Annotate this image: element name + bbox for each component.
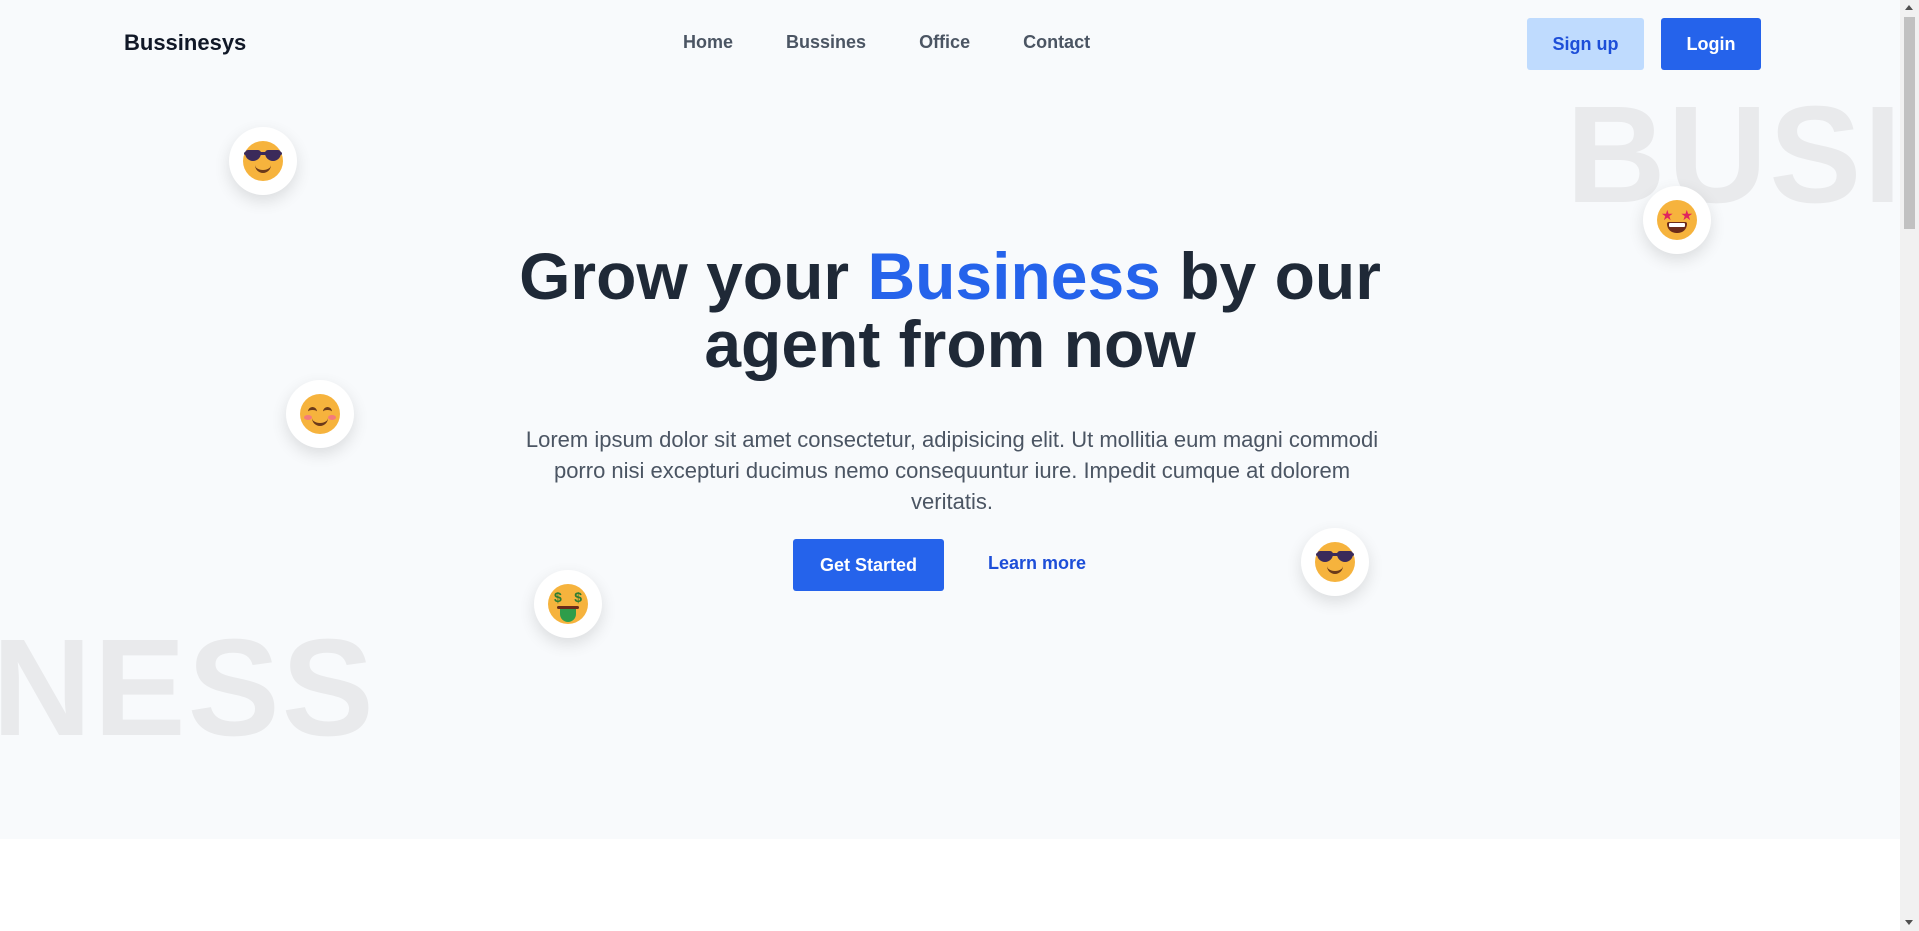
- login-button[interactable]: Login: [1661, 18, 1761, 70]
- emoji-bubble-blush: [286, 380, 354, 448]
- hero-subtext: Lorem ipsum dolor sit amet consectetur, …: [525, 427, 1379, 514]
- smiling-eyes-emoji-icon: [300, 394, 340, 434]
- emoji-bubble-money-mouth: $ $: [534, 570, 602, 638]
- sunglasses-emoji-icon: [243, 141, 283, 181]
- scroll-up-arrow-icon[interactable]: [1905, 5, 1913, 10]
- nav-item-office[interactable]: Office: [919, 32, 970, 53]
- brand-logo[interactable]: Bussinesys: [124, 30, 246, 56]
- emoji-bubble-sunglasses-1: [229, 127, 297, 195]
- money-mouth-emoji-icon: $ $: [548, 584, 588, 624]
- hero-headline: Grow your Business by our agent from now: [460, 242, 1440, 378]
- main-nav: Home Bussines Office Contact: [683, 32, 1090, 53]
- nav-item-bussines[interactable]: Bussines: [786, 32, 866, 53]
- star-struck-emoji-icon: ★ ★: [1657, 200, 1697, 240]
- sunglasses-emoji-icon: [1315, 542, 1355, 582]
- nav-item-home[interactable]: Home: [683, 32, 733, 53]
- learn-more-link[interactable]: Learn more: [988, 553, 1086, 574]
- signup-button[interactable]: Sign up: [1527, 18, 1644, 70]
- page-scrollbar[interactable]: [1900, 0, 1919, 931]
- headline-part-1: Grow your: [519, 239, 868, 313]
- next-section: [0, 839, 1900, 931]
- get-started-button[interactable]: Get Started: [793, 539, 944, 591]
- headline-accent: Business: [867, 239, 1161, 313]
- background-word-top: BUSI: [1566, 78, 1900, 232]
- hero-section: BUSI NESS Bussinesys Home Bussines Offic…: [0, 0, 1900, 839]
- background-word-bottom: NESS: [0, 611, 376, 765]
- nav-item-contact[interactable]: Contact: [1023, 32, 1090, 53]
- scroll-thumb[interactable]: [1904, 17, 1915, 229]
- emoji-bubble-sunglasses-2: [1301, 528, 1369, 596]
- emoji-bubble-star-struck: ★ ★: [1643, 186, 1711, 254]
- scroll-down-arrow-icon[interactable]: [1905, 920, 1913, 925]
